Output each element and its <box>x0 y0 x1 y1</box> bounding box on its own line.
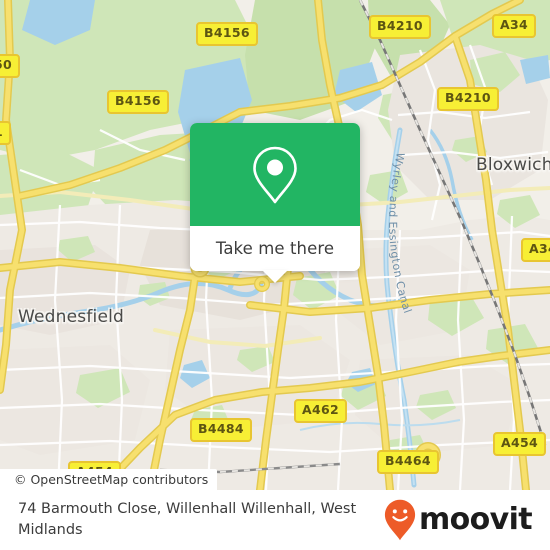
map-pin-icon <box>250 144 300 206</box>
map-canvas[interactable]: Bloxwich Wednesfield Wyrley and Essingto… <box>0 0 550 490</box>
road-shield: B4210 <box>369 15 431 39</box>
moovit-smiley-pin-icon <box>384 499 416 541</box>
road-shield: B4464 <box>377 450 439 474</box>
popup-cta-area[interactable]: Take me there <box>190 226 360 283</box>
road-shield: B4156 <box>107 90 169 114</box>
popup-icon-area <box>190 123 360 226</box>
take-me-there-button[interactable]: Take me there <box>216 239 334 258</box>
road-shield: B4156 <box>196 22 258 46</box>
footer-bar: 74 Barmouth Close, Willenhall Willenhall… <box>0 490 550 550</box>
road-shield: A34 <box>521 238 550 262</box>
moovit-logo[interactable]: moovit <box>384 499 533 541</box>
popup-tail-pointer <box>262 270 288 283</box>
road-shield: B4210 <box>437 87 499 111</box>
road-shield: A462 <box>294 399 347 423</box>
osm-attribution[interactable]: © OpenStreetMap contributors <box>0 469 218 490</box>
road-shield: 50 <box>0 54 20 78</box>
address-label: 74 Barmouth Close, Willenhall Willenhall… <box>18 501 357 538</box>
road-shield: 1 <box>0 121 11 145</box>
moovit-wordmark: moovit <box>418 502 533 537</box>
screenshot-root: Bloxwich Wednesfield Wyrley and Essingto… <box>0 0 550 550</box>
road-shield: B4484 <box>190 418 252 442</box>
road-shield: A34 <box>492 14 536 38</box>
road-shield: A454 <box>493 432 546 456</box>
destination-popup[interactable]: Take me there <box>190 123 360 283</box>
